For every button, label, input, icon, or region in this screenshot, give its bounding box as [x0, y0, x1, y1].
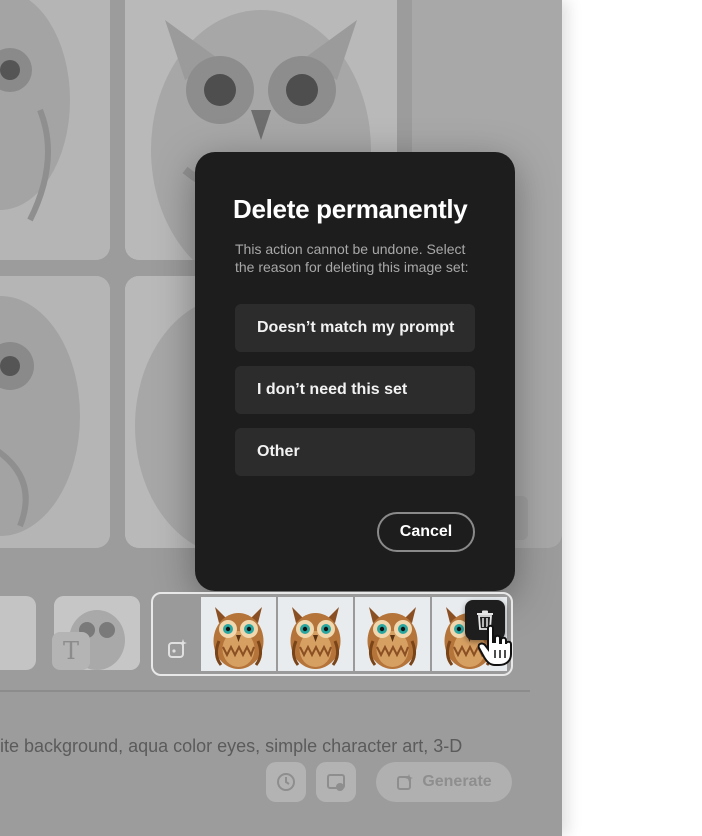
- reason-button-dont-need[interactable]: I don’t need this set: [235, 366, 475, 414]
- image-set-thumbnail[interactable]: [0, 596, 36, 670]
- generate-button[interactable]: Generate: [376, 762, 512, 802]
- generate-label: Generate: [422, 773, 492, 790]
- reason-button-doesnt-match[interactable]: Doesn’t match my prompt: [235, 304, 475, 352]
- text-layer-icon: T: [52, 632, 90, 670]
- history-icon: [277, 773, 295, 791]
- prompt-text[interactable]: ite background, aqua color eyes, simple …: [0, 736, 462, 757]
- dialog-title: Delete permanently: [233, 194, 468, 224]
- dialog-description: This action cannot be undone. Select the…: [235, 241, 469, 275]
- image-settings-icon: [327, 774, 345, 791]
- cancel-button[interactable]: Cancel: [377, 512, 475, 552]
- style-reference-button[interactable]: [316, 762, 356, 802]
- divider: [0, 690, 530, 692]
- generative-set-icon: [168, 639, 187, 658]
- text-glyph: T: [62, 637, 79, 665]
- delete-dialog: Delete permanently This action cannot be…: [195, 152, 515, 591]
- reason-button-other[interactable]: Other: [235, 428, 475, 476]
- owl-image-thumbnail[interactable]: [355, 597, 430, 671]
- selected-image-set[interactable]: [151, 592, 513, 676]
- generate-icon: [397, 774, 414, 790]
- image-thumbnail: [0, 0, 110, 260]
- owl-image-thumbnail[interactable]: [201, 597, 276, 671]
- image-thumbnail: [0, 276, 110, 548]
- history-button[interactable]: [266, 762, 306, 802]
- owl-image-thumbnail[interactable]: [278, 597, 353, 671]
- hand-cursor-icon: [478, 624, 512, 666]
